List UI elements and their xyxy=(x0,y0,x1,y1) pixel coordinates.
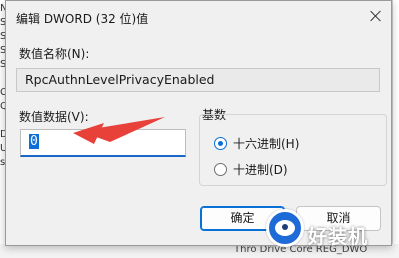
eye-logo-icon xyxy=(266,209,304,247)
watermark-logo: 好装机 xyxy=(262,200,399,248)
watermark-text: 好装机 xyxy=(308,226,369,248)
